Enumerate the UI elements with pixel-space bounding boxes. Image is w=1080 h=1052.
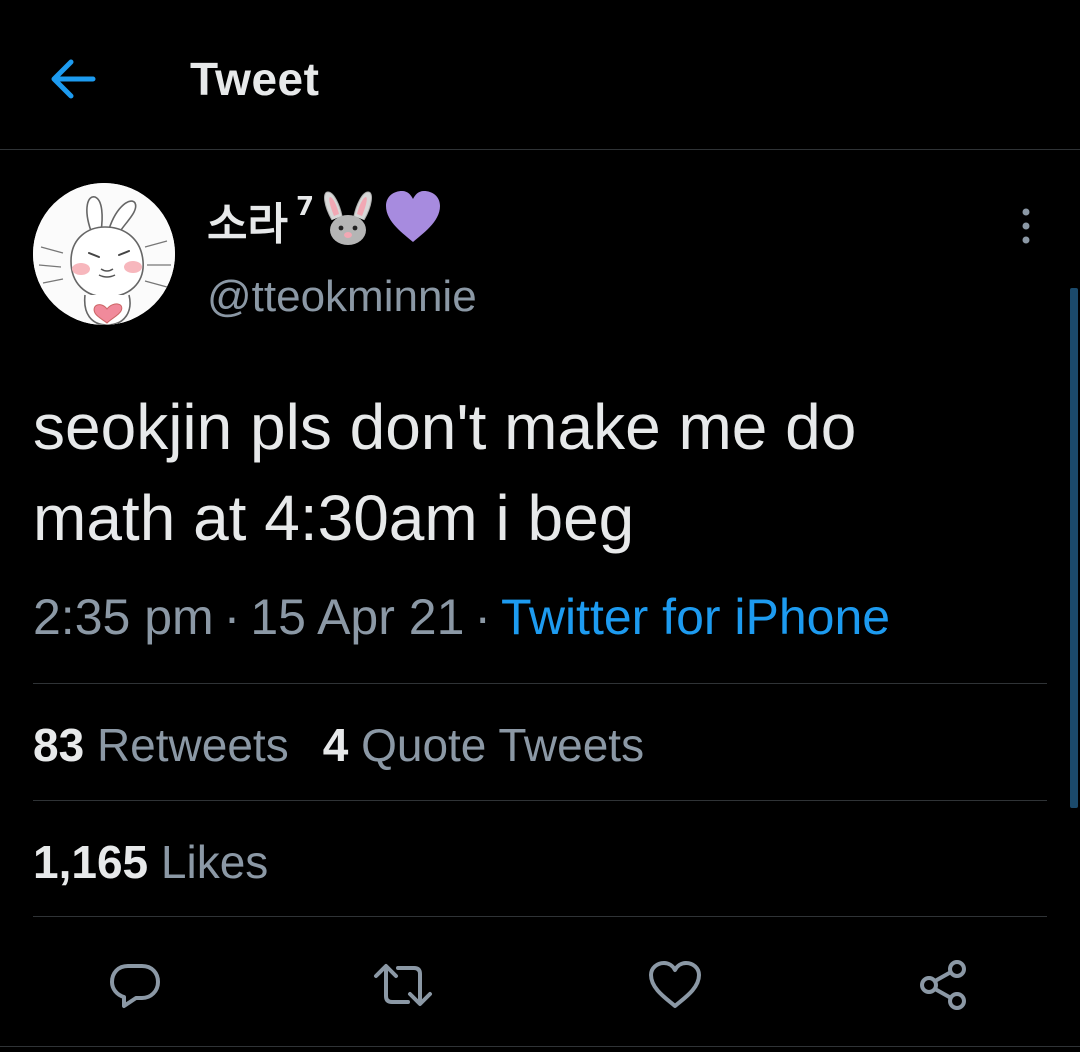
retweets-count: 83 [33, 719, 85, 771]
likes-count: 1,165 [33, 836, 149, 888]
author-handle[interactable]: @tteokminnie [207, 272, 477, 322]
display-name-text: 소라 [207, 199, 288, 250]
tweet-source-link[interactable]: Twitter for iPhone [501, 589, 890, 645]
retweet-icon [374, 964, 432, 1006]
divider [0, 1046, 1080, 1047]
quote-tweets-stat[interactable]: 4 Quote Tweets [323, 718, 644, 772]
rabbit-face-icon [318, 188, 378, 259]
divider [33, 683, 1047, 684]
share-button[interactable] [908, 950, 978, 1020]
retweets-label: Retweets [96, 719, 289, 771]
more-vertical-icon [1022, 208, 1030, 244]
tweet-detail-screen: Tweet 소라 7 @tteokminnie seokjin pls don'… [0, 0, 1080, 1052]
back-button[interactable] [44, 50, 102, 108]
tweet-time: 2:35 pm [33, 589, 214, 645]
likes-stat[interactable]: 1,165 Likes [33, 835, 268, 889]
share-icon [920, 960, 966, 1010]
meta-separator: · [223, 589, 241, 645]
divider [33, 916, 1047, 917]
purple-heart-icon [382, 188, 444, 257]
quote-tweets-label: Quote Tweets [361, 719, 645, 771]
tweet-action-bar [0, 940, 1080, 1030]
reply-bubble-icon [110, 964, 160, 1008]
retweet-button[interactable] [368, 950, 438, 1020]
like-button[interactable] [640, 950, 710, 1020]
page-title: Tweet [190, 53, 320, 105]
quote-tweets-count: 4 [322, 719, 349, 771]
top-app-bar: Tweet [0, 0, 1080, 150]
tweet-meta: 2:35 pm · 15 Apr 21 · Twitter for iPhone [33, 588, 890, 646]
bunny-drawing-avatar [33, 183, 175, 325]
likes-row: 1,165 Likes [33, 835, 302, 889]
arrow-left-icon [51, 59, 96, 99]
avatar[interactable] [33, 183, 175, 325]
divider [33, 800, 1047, 801]
tweet-date: 15 Apr 21 [250, 589, 465, 645]
reply-button[interactable] [100, 950, 170, 1020]
scrollbar[interactable] [1070, 288, 1078, 808]
retweets-stat[interactable]: 83 Retweets [33, 718, 289, 772]
author-display-name[interactable]: 소라 7 [207, 188, 444, 259]
more-options-button[interactable] [1008, 204, 1044, 248]
heart-icon [649, 961, 701, 1008]
meta-separator: · [474, 589, 492, 645]
engagement-stats: 83 Retweets 4 Quote Tweets [33, 718, 678, 772]
tweet-text: seokjin pls don't make me do math at 4:3… [33, 391, 857, 554]
likes-label: Likes [160, 836, 269, 888]
display-name-superscript: 7 [295, 192, 315, 222]
